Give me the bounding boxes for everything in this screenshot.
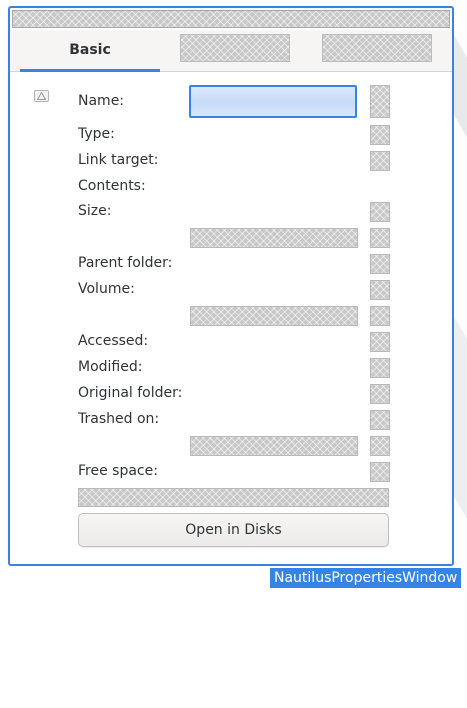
- header-bar-placeholder: [12, 10, 450, 28]
- name-action-placeholder[interactable]: [370, 85, 390, 118]
- original-folder-label: Original folder:: [78, 385, 183, 401]
- volume-label: Volume:: [78, 281, 135, 297]
- accessed-label: Accessed:: [78, 333, 149, 349]
- volume-action-placeholder[interactable]: [370, 280, 390, 300]
- volume-value-placeholder: [190, 306, 358, 326]
- contents-label: Contents:: [78, 178, 146, 194]
- original-folder-action-placeholder[interactable]: [370, 384, 390, 404]
- window-class-tag: NautilusPropertiesWindow: [270, 568, 462, 588]
- name-text-field[interactable]: [191, 87, 355, 116]
- link-target-action-placeholder[interactable]: [370, 151, 390, 171]
- file-icon: [34, 90, 49, 102]
- trashed-on-value-placeholder: [190, 436, 358, 456]
- tab-placeholder[interactable]: [322, 34, 432, 62]
- size-action-placeholder[interactable]: [370, 202, 390, 222]
- trashed-on-label: Trashed on:: [78, 411, 160, 427]
- warning-glyph-icon: [37, 92, 46, 100]
- accessed-action-placeholder[interactable]: [370, 332, 390, 352]
- size-extra-action-placeholder[interactable]: [370, 228, 390, 248]
- size-label: Size:: [78, 203, 112, 219]
- name-label: Name:: [78, 93, 125, 109]
- size-value-placeholder: [190, 228, 358, 248]
- type-label: Type:: [78, 126, 115, 142]
- name-input[interactable]: [189, 85, 357, 118]
- modified-action-placeholder[interactable]: [370, 358, 390, 378]
- usage-bar-placeholder: [78, 488, 389, 507]
- volume-extra-action-placeholder[interactable]: [370, 306, 390, 326]
- modified-label: Modified:: [78, 359, 143, 375]
- trashed-on-action-placeholder[interactable]: [370, 410, 390, 430]
- type-action-placeholder[interactable]: [370, 125, 390, 145]
- tab-bar: Basic: [10, 30, 452, 72]
- link-target-label: Link target:: [78, 152, 159, 168]
- properties-window: Basic Name: Type: Link target: Contents:…: [8, 6, 454, 566]
- parent-folder-label: Parent folder:: [78, 255, 173, 271]
- free-space-action-placeholder[interactable]: [370, 462, 390, 482]
- open-in-disks-button[interactable]: Open in Disks: [78, 513, 389, 547]
- parent-folder-action-placeholder[interactable]: [370, 254, 390, 274]
- trashed-on-extra-action-placeholder[interactable]: [370, 436, 390, 456]
- tab-placeholder[interactable]: [180, 34, 290, 62]
- tab-basic[interactable]: Basic: [20, 30, 160, 72]
- free-space-label: Free space:: [78, 463, 158, 479]
